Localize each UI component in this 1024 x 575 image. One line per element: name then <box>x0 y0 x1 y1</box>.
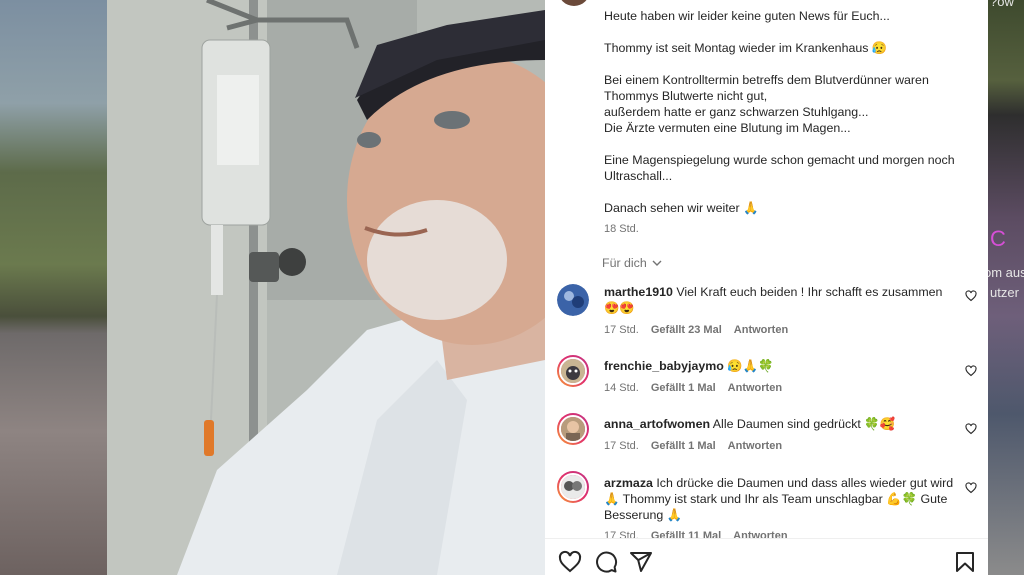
caption-line: Danach sehen wir weiter 🙏 <box>604 201 759 215</box>
post-action-bar <box>545 538 988 575</box>
heart-icon[interactable] <box>965 365 977 377</box>
caption-line: Thommys Blutwerte nicht gut, <box>604 89 768 103</box>
background-text: om aus <box>984 265 1024 280</box>
caption-line: Ultraschall... <box>604 169 673 183</box>
background-text: utzer <box>990 285 1019 300</box>
reply-button[interactable]: Antworten <box>728 382 782 394</box>
comment-body: 😥🙏🍀 <box>727 359 774 373</box>
caption-line: Bei einem Kontrolltermin betreffs dem Bl… <box>604 73 929 87</box>
background-right: ?ow C om aus utzer <box>984 0 1024 575</box>
comment-username[interactable]: frenchie_babyjaymo <box>604 359 724 373</box>
caption-line: Die Ärzte vermuten eine Blutung im Magen… <box>604 121 851 135</box>
author-avatar[interactable] <box>558 0 590 6</box>
comment-text: arzmaza Ich drücke die Daumen und dass a… <box>604 475 959 523</box>
caption-line: Heute haben wir leider keine guten News … <box>604 9 890 23</box>
comment-actions: 17 Std. Gefällt 1 Mal Antworten <box>604 440 782 452</box>
comment-time[interactable]: 14 Std. <box>604 382 639 394</box>
comment-body: Ich drücke die Daumen und dass alles wie… <box>656 476 954 490</box>
translation-toggle[interactable]: Für dich <box>602 256 663 270</box>
comment-item: marthe1910 Viel Kraft euch beiden ! Ihr … <box>557 284 977 344</box>
comment-actions: 17 Std. Gefällt 23 Mal Antworten <box>604 324 788 336</box>
post-image[interactable] <box>107 0 545 575</box>
comment-body: Besserung 🙏 <box>604 508 683 522</box>
comment-likes[interactable]: Gefällt 11 Mal <box>651 530 721 538</box>
avatar[interactable] <box>557 413 589 445</box>
comment-likes[interactable]: Gefällt 1 Mal <box>651 440 716 452</box>
comment-username[interactable]: arzmaza <box>604 476 653 490</box>
translation-label: Für dich <box>602 256 647 270</box>
comment-actions: 17 Std. Gefällt 11 Mal Antworten <box>604 530 788 538</box>
comment-time[interactable]: 17 Std. <box>604 530 639 538</box>
heart-icon[interactable] <box>965 423 977 435</box>
comment-actions: 14 Std. Gefällt 1 Mal Antworten <box>604 382 782 394</box>
comment-body: Viel Kraft euch beiden ! Ihr schafft es … <box>676 285 943 299</box>
comment-body: Alle Daumen sind gedrückt 🍀🥰 <box>712 417 896 431</box>
caption-line: Thommy ist seit Montag wieder im Kranken… <box>604 41 888 55</box>
comment-icon[interactable] <box>594 550 618 574</box>
post-photo <box>107 0 545 575</box>
comment-time[interactable]: 17 Std. <box>604 324 639 336</box>
background-text: C <box>990 226 1006 251</box>
post-details-panel: Heute haben wir leider keine guten News … <box>545 0 988 575</box>
comment-likes[interactable]: Gefällt 23 Mal <box>651 324 722 336</box>
bookmark-icon[interactable] <box>953 550 977 574</box>
comment-item: anna_artofwomen Alle Daumen sind gedrück… <box>557 413 977 453</box>
comment-body: 😍😍 <box>604 301 635 315</box>
avatar[interactable] <box>557 284 589 316</box>
comment-item: arzmaza Ich drücke die Daumen und dass a… <box>557 471 977 538</box>
comment-likes[interactable]: Gefällt 1 Mal <box>651 382 716 394</box>
comment-time[interactable]: 17 Std. <box>604 440 639 452</box>
reply-button[interactable]: Antworten <box>728 440 782 452</box>
avatar[interactable] <box>557 355 589 387</box>
avatar[interactable] <box>557 471 589 503</box>
comment-item: frenchie_babyjaymo 😥🙏🍀 14 Std. Gefällt 1… <box>557 355 977 395</box>
comment-text: marthe1910 Viel Kraft euch beiden ! Ihr … <box>604 284 959 316</box>
reply-button[interactable]: Antworten <box>734 324 788 336</box>
caption-line: Eine Magenspiegelung wurde schon gemacht… <box>604 153 955 167</box>
caption-line: außerdem hatte er ganz schwarzen Stuhlga… <box>604 105 869 119</box>
heart-icon[interactable] <box>965 482 977 494</box>
comment-username[interactable]: anna_artofwomen <box>604 417 710 431</box>
post-caption: Heute haben wir leider keine guten News … <box>604 8 964 216</box>
reply-button[interactable]: Antworten <box>733 530 787 538</box>
heart-icon[interactable] <box>558 550 582 574</box>
background-text: ?ow <box>990 0 1014 9</box>
background-left <box>0 0 107 575</box>
comment-text: anna_artofwomen Alle Daumen sind gedrück… <box>604 416 959 432</box>
chevron-down-icon <box>652 260 662 266</box>
caption-timestamp[interactable]: 18 Std. <box>604 223 639 235</box>
comment-body: 🙏 Thommy ist stark und Ihr als Team unsc… <box>604 492 948 506</box>
share-icon[interactable] <box>629 550 653 574</box>
comment-username[interactable]: marthe1910 <box>604 285 673 299</box>
comment-text: frenchie_babyjaymo 😥🙏🍀 <box>604 358 959 374</box>
heart-icon[interactable] <box>965 290 977 302</box>
